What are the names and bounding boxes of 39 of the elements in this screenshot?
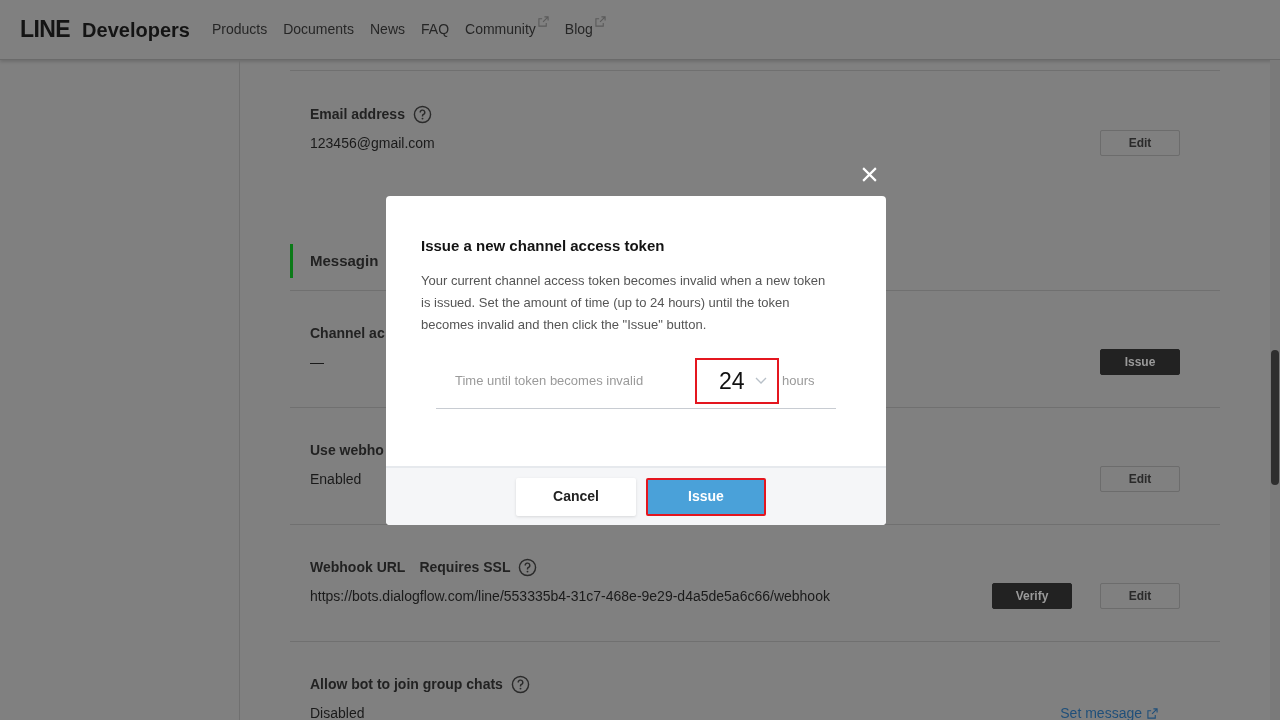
nav-link[interactable]: Blog (564, 19, 606, 40)
logo-text[interactable]: Developers (82, 15, 190, 46)
action-button[interactable]: Edit (1100, 466, 1180, 492)
field-label: Time until token becomes invalid (455, 372, 645, 391)
help-icon[interactable] (518, 557, 538, 577)
close-icon[interactable] (861, 166, 878, 183)
field-value: https://bots.dialogflow.com/line/553335b4-31c7-468e-9e29-d4a5de5a6c66/webhook (310, 586, 830, 606)
nav-link[interactable]: Community (465, 19, 549, 40)
hours-select[interactable]: 24 (695, 358, 779, 404)
nav-link[interactable]: News (370, 19, 405, 40)
dialog-title: Issue a new channel access token (421, 236, 666, 256)
logo-wordmark[interactable]: LINE (20, 12, 71, 47)
help-icon[interactable] (412, 104, 432, 124)
issue-button[interactable]: Issue (646, 477, 766, 516)
field-value: — (310, 352, 324, 372)
nav-link[interactable]: FAQ (421, 19, 450, 40)
field-label: Use webho (310, 440, 384, 460)
external-link-icon (1147, 707, 1158, 719)
action-button[interactable]: Edit (1100, 583, 1180, 609)
field-label: Channel ac (310, 323, 385, 343)
cancel-button[interactable]: Cancel (516, 477, 636, 516)
help-icon[interactable] (510, 674, 530, 694)
action-button[interactable]: Edit (1100, 130, 1180, 156)
scrollbar-thumb[interactable] (1271, 350, 1279, 485)
field-value: Disabled (310, 703, 365, 720)
nav-link[interactable]: Products (211, 19, 268, 40)
field-label: Webhook URL (310, 557, 406, 577)
nav-link[interactable]: Documents (283, 19, 354, 40)
field-label: Email address (310, 104, 405, 124)
field-value: 123456@gmail.com (310, 133, 435, 153)
field-label: Requires SSL (419, 557, 511, 577)
dialog-message: Your current channel access token becomes invalid when a new token is issued. Set the amount of time (up to 24 hours) until the token becomes invalid and then click the "Issue" button. (421, 271, 827, 334)
field-label: Allow bot to join group chats (310, 674, 503, 694)
action-button[interactable]: Issue (1100, 349, 1180, 375)
field-value: Enabled (310, 469, 362, 489)
set-message-link[interactable]: Set message (1060, 702, 1158, 720)
unit-label: hours (782, 372, 815, 391)
action-button[interactable]: Verify (992, 583, 1072, 609)
chevron-down-icon (754, 377, 767, 385)
